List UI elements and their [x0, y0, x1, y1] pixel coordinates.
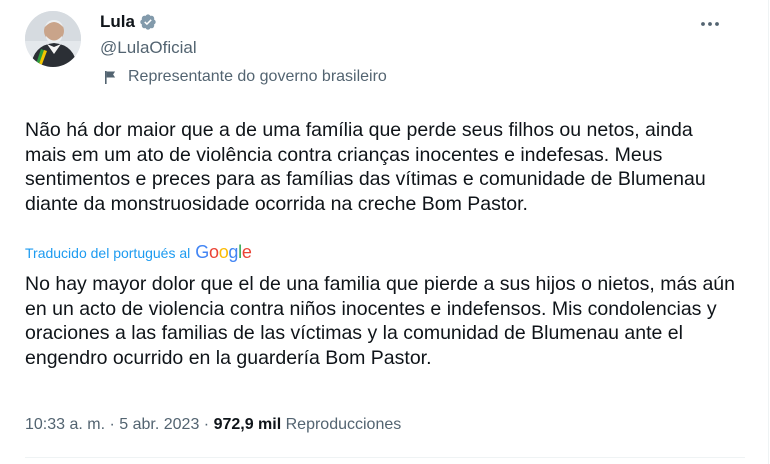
views-count[interactable]: 972,9 mil [214, 416, 282, 433]
tweet-meta: 10:33 a. m. · 5 abr. 2023 · 972,9 mil Re… [25, 416, 401, 434]
avatar-image [25, 11, 81, 67]
author-name-row: Lula [100, 12, 157, 32]
meta-separator: · [105, 416, 120, 433]
author-name[interactable]: Lula [100, 12, 135, 32]
author-handle[interactable]: @LulaOficial [100, 38, 197, 58]
flag-icon [104, 70, 118, 85]
avatar[interactable] [25, 11, 81, 67]
meta-separator-2: · [199, 416, 214, 433]
more-options-button[interactable] [698, 12, 722, 36]
views-label[interactable]: Reproducciones [286, 416, 402, 433]
google-logo: Google [195, 242, 252, 262]
translated-text: No hay mayor dolor que el de una familia… [25, 273, 735, 369]
tweet-text: Não há dor maior que a de uma família qu… [25, 119, 706, 215]
tweet-date[interactable]: 5 abr. 2023 [119, 416, 199, 433]
affiliation-label: Representante do governo brasileiro [104, 68, 387, 86]
verified-badge-icon [139, 13, 157, 31]
translated-label[interactable]: Traducido del portugués al [25, 245, 190, 261]
affiliation-text[interactable]: Representante do governo brasileiro [128, 68, 387, 86]
tweet-time[interactable]: 10:33 a. m. [25, 416, 105, 433]
tweet-card: Lula @LulaOficial Representante do gover… [0, 0, 769, 464]
more-horizontal-icon [701, 22, 719, 26]
divider [25, 457, 745, 458]
translation-attribution: Traducido del portugués al Google [25, 242, 252, 263]
